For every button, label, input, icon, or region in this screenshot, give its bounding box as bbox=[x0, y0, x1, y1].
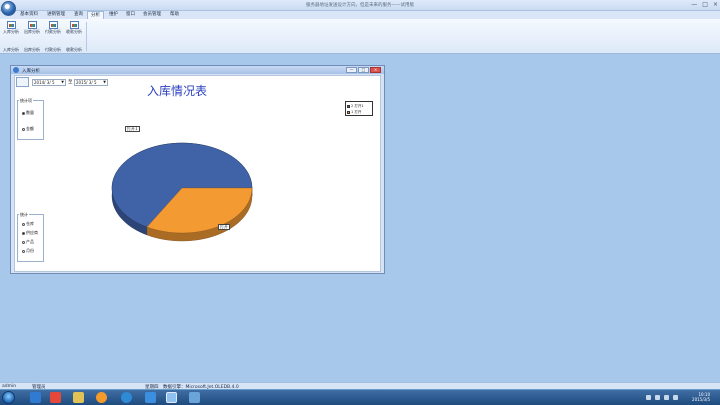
tab-query[interactable]: 查询 bbox=[71, 11, 86, 19]
system-tray bbox=[646, 395, 678, 400]
window-icon bbox=[13, 67, 19, 73]
outbound-analysis-button[interactable]: 出库分析 出库分析 bbox=[24, 21, 40, 52]
media-player-icon[interactable] bbox=[96, 392, 107, 403]
title-bar: 服务器地址发送设计方向，但是未来的服务——试用版 — □ × bbox=[0, 0, 720, 11]
tab-basic-data[interactable]: 基本资料 bbox=[17, 11, 41, 19]
radio-warehouse[interactable]: 仓库 bbox=[22, 221, 34, 227]
chart-icon bbox=[6, 21, 16, 29]
chevron-down-icon[interactable]: ▼ bbox=[61, 80, 64, 85]
status-bar: admin 管理员 星期四 数据引擎：Microsoft.Jet.OLEDB.4… bbox=[0, 382, 720, 390]
analysis-content: 2014/ 3/ 5 ▼ 至 2015/ 3/ 5 ▼ 入库情况表 统计项 数量… bbox=[14, 75, 381, 272]
ribbon: 入库分析 入库分析 出库分析 出库分析 付款分析 付款分析 收款分析 收款分析 bbox=[0, 19, 720, 54]
slice-label: 打开 bbox=[218, 224, 230, 230]
inbound-analysis-button[interactable]: 入库分析 入库分析 bbox=[3, 21, 19, 52]
radio-product[interactable]: 产品 bbox=[22, 239, 34, 245]
chart-title: 入库情况表 bbox=[146, 84, 207, 98]
child-close-button[interactable]: × bbox=[370, 67, 381, 73]
tab-analysis[interactable]: 分析 bbox=[87, 11, 104, 19]
tray-icon[interactable] bbox=[655, 395, 660, 400]
window-title: 服务器地址发送设计方向，但是未来的服务——试用版 bbox=[306, 3, 414, 8]
inbound-analysis-window: 入库分析 — □ × 2014/ 3/ 5 ▼ 至 2015/ 3/ 5 ▼ 入… bbox=[10, 65, 385, 274]
legend-swatch bbox=[347, 110, 350, 114]
chart-icon bbox=[27, 21, 37, 29]
radio-month[interactable]: 月份 bbox=[22, 248, 34, 254]
date-to-picker[interactable]: 2015/ 3/ 5 ▼ bbox=[74, 79, 108, 86]
group-by-label: 统计 bbox=[19, 212, 29, 218]
child-minimize-button[interactable]: — bbox=[346, 67, 357, 73]
chart-icon bbox=[69, 21, 79, 29]
app-orb-icon[interactable] bbox=[1, 1, 16, 16]
radio-dot bbox=[22, 111, 25, 115]
window-preview-icon[interactable] bbox=[189, 392, 200, 403]
clock[interactable]: 10:10 2015/3/5 bbox=[692, 392, 710, 402]
chevron-down-icon[interactable]: ▼ bbox=[103, 80, 106, 85]
tab-help[interactable]: 帮助 bbox=[167, 11, 182, 19]
tab-sales[interactable]: 进销管理 bbox=[44, 11, 68, 19]
radio-amount[interactable]: 金额 bbox=[22, 126, 34, 132]
folder-icon[interactable] bbox=[73, 392, 84, 403]
chart-legend: 2 打开1 1 打开 bbox=[345, 101, 373, 116]
child-title-bar[interactable]: 入库分析 — □ × bbox=[11, 66, 384, 74]
slice-label: 打开1 bbox=[125, 126, 140, 132]
radio-dot bbox=[22, 249, 25, 253]
date-to-separator: 至 bbox=[68, 80, 73, 85]
menu-bar: 基本资料 进销管理 查询 分析 维护 窗口 会员管理 帮助 bbox=[0, 11, 720, 19]
radio-dot bbox=[22, 231, 25, 235]
window-controls: — □ × bbox=[691, 1, 718, 8]
app-icon[interactable] bbox=[50, 392, 61, 403]
date-from-picker[interactable]: 2014/ 3/ 5 ▼ bbox=[32, 79, 66, 86]
tab-maintenance[interactable]: 维护 bbox=[106, 11, 121, 19]
maximize-button[interactable]: □ bbox=[702, 1, 708, 8]
radio-supplier[interactable]: 供应商 bbox=[22, 230, 38, 236]
network-icon[interactable] bbox=[673, 395, 678, 400]
group-by-group: 统计 仓库 供应商 产品 月份 bbox=[17, 212, 44, 262]
tab-member[interactable]: 会员管理 bbox=[140, 11, 164, 19]
print-icon[interactable] bbox=[16, 77, 29, 87]
start-button[interactable] bbox=[2, 391, 15, 404]
current-app-icon[interactable] bbox=[166, 392, 177, 403]
minimize-button[interactable]: — bbox=[691, 1, 697, 8]
legend-swatch bbox=[347, 104, 350, 108]
radio-quantity[interactable]: 数量 bbox=[22, 110, 34, 116]
ie-icon[interactable] bbox=[30, 392, 41, 403]
browser-icon[interactable] bbox=[145, 392, 156, 403]
pie-chart bbox=[111, 142, 253, 242]
status-user: admin bbox=[2, 383, 17, 389]
radio-dot bbox=[22, 240, 25, 244]
tray-icon[interactable] bbox=[646, 395, 651, 400]
receipt-analysis-button[interactable]: 收款分析 收款分析 bbox=[66, 21, 82, 52]
stat-item-group: 统计项 数量 金额 bbox=[17, 98, 44, 140]
k-app-icon[interactable] bbox=[121, 392, 132, 403]
tab-window[interactable]: 窗口 bbox=[123, 11, 138, 19]
taskbar: 10:10 2015/3/5 bbox=[0, 389, 720, 405]
radio-dot bbox=[22, 127, 25, 131]
child-maximize-button[interactable]: □ bbox=[358, 67, 369, 73]
legend-item: 1 打开 bbox=[347, 109, 371, 115]
radio-dot bbox=[22, 222, 25, 226]
chart-icon bbox=[48, 21, 58, 29]
ribbon-separator bbox=[86, 22, 87, 51]
volume-icon[interactable] bbox=[664, 395, 669, 400]
payment-analysis-button[interactable]: 付款分析 付款分析 bbox=[45, 21, 61, 52]
stat-item-label: 统计项 bbox=[19, 98, 33, 104]
child-window-title: 入库分析 bbox=[22, 68, 40, 74]
child-window-controls: — □ × bbox=[346, 67, 381, 73]
close-button[interactable]: × bbox=[713, 1, 718, 8]
